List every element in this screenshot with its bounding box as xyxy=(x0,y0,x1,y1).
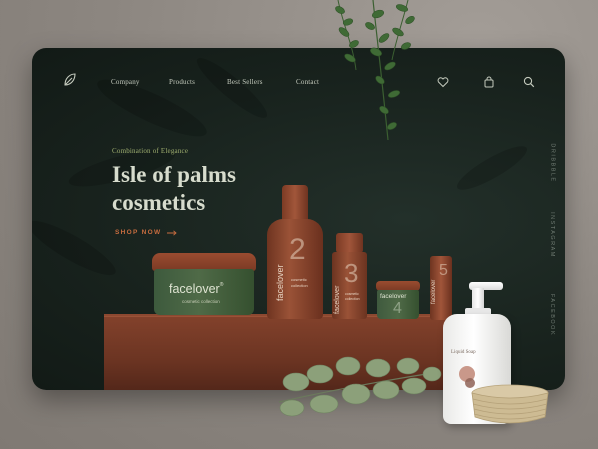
social-facebook[interactable]: FACEBOOK xyxy=(549,294,555,336)
bottle-2-number: 2 xyxy=(289,233,306,266)
shop-now-button[interactable]: SHOP NOW xyxy=(115,229,178,236)
bottle-2-sub1: cosmetic xyxy=(291,277,307,282)
bottle-3-sub2: collection xyxy=(345,297,360,301)
soap-pump-neck xyxy=(472,288,484,310)
search-icon[interactable] xyxy=(523,76,535,88)
nav-company[interactable]: Company xyxy=(111,78,140,86)
woven-basket-decoration xyxy=(471,384,549,424)
product-small-jar-4[interactable]: facelover 4 xyxy=(376,281,420,319)
bottle-5-number: 5 xyxy=(439,262,448,279)
bottle-3-sub1: cosmetic xyxy=(345,292,359,296)
bottle-2-cap xyxy=(282,185,308,221)
nav-contact[interactable]: Contact xyxy=(296,78,319,86)
bottle-3-brand: facelover xyxy=(334,285,341,314)
bottle-3-body: facelover 3 cosmetic collection xyxy=(332,252,367,319)
social-instagram[interactable]: INSTAGRAM xyxy=(549,212,555,258)
hanging-plant-decoration xyxy=(335,0,415,141)
product-cream-jar[interactable]: facelover® cosmetic collection xyxy=(152,253,256,315)
bottle-5-brand: facelover xyxy=(431,279,437,304)
jar-brand: facelover® xyxy=(169,282,224,296)
bag-icon[interactable] xyxy=(483,76,495,88)
eucalyptus-branch-decoration xyxy=(278,356,442,417)
jar-body: facelover® cosmetic collection xyxy=(154,269,254,315)
nav-products[interactable]: Products xyxy=(169,78,195,86)
bottle-3-cap xyxy=(336,233,363,253)
heart-icon[interactable] xyxy=(437,76,449,88)
bottle-2-brand: facelover xyxy=(275,264,285,301)
hero-title-line1: Isle of palms xyxy=(112,162,236,187)
jar-4-number: 4 xyxy=(393,300,402,317)
social-dribbble[interactable]: DRIBBBLE xyxy=(549,143,555,182)
arrow-right-icon xyxy=(167,229,178,236)
shop-now-label: SHOP NOW xyxy=(115,229,162,236)
nav-best-sellers[interactable]: Best Sellers xyxy=(227,78,263,86)
jar-4-brand: facelover xyxy=(380,293,407,300)
bottle-2-body: facelover 2 cosmetic collection xyxy=(267,219,323,319)
jar-subtitle: cosmetic collection xyxy=(182,299,220,304)
product-bottle-2[interactable]: facelover 2 cosmetic collection xyxy=(267,185,323,319)
top-nav: Company Products Best Sellers Contact xyxy=(32,48,565,118)
jar-4-body: facelover 4 xyxy=(377,290,419,319)
bottle-2-sub2: collection xyxy=(291,283,308,288)
soap-label: Liquid Soap xyxy=(451,350,476,355)
hero-title: Isle of palms cosmetics xyxy=(112,161,236,217)
bottle-3-number: 3 xyxy=(344,258,359,288)
leaf-logo-icon[interactable] xyxy=(62,72,78,88)
product-bottle-3[interactable]: facelover 3 cosmetic collection xyxy=(332,233,367,319)
hero-tagline: Combination of Elegance xyxy=(112,147,189,155)
hero-title-line2: cosmetics xyxy=(112,190,206,215)
